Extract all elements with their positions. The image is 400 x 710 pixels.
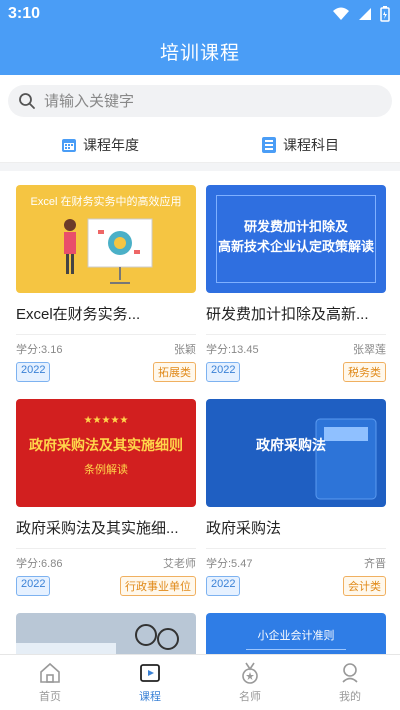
course-credits: 学分:13.45 <box>206 344 259 356</box>
course-title: Excel在财务实务... <box>16 306 141 323</box>
course-meta: 学分:13.45 张翠莲 <box>206 334 386 357</box>
tab-label: 名师 <box>239 691 261 703</box>
thumbnail-caption: 小企业会计准则 <box>257 630 335 642</box>
medal-icon <box>242 662 258 684</box>
signal-icon <box>359 8 371 20</box>
play-icon <box>140 664 160 682</box>
tab-label: 我的 <box>339 691 361 703</box>
wifi-icon <box>333 7 349 20</box>
course-card[interactable] <box>16 613 196 654</box>
course-thumbnail: 小企业会计准则 <box>206 613 386 654</box>
thumbnail-caption: 政府采购法及其实施细则 <box>29 437 183 453</box>
course-title: 政府采购法 <box>206 520 282 537</box>
tab-courses[interactable]: 课程 <box>100 655 200 710</box>
tab-profile[interactable]: 我的 <box>300 655 400 710</box>
course-tags: 2022 税务类 <box>206 362 386 382</box>
course-teacher: 张翠莲 <box>353 344 386 356</box>
course-credits: 学分:5.47 <box>206 558 253 570</box>
year-badge: 2022 <box>16 362 51 382</box>
course-teacher: 张颖 <box>174 344 196 356</box>
search-input[interactable] <box>44 92 364 110</box>
course-thumbnail: 政府采购法 <box>206 399 386 507</box>
course-title: 研发费加计扣除及高新... <box>206 306 369 323</box>
app-header: 3:10 培训课程 <box>0 0 400 75</box>
course-teacher: 艾老师 <box>163 558 196 570</box>
filter-bar: 课程年度 课程科目 <box>0 127 400 163</box>
glasses-illustration <box>16 624 179 654</box>
course-card[interactable]: ★★★★★ 政府采购法及其实施细则 条例解读 政府采购法及其实施细... 学分:… <box>16 399 196 596</box>
page-title: 培训课程 <box>159 43 240 64</box>
filter-course-subject-label: 课程科目 <box>283 136 339 153</box>
search-box[interactable] <box>8 85 392 117</box>
category-badge: 拓展类 <box>153 362 196 382</box>
course-thumbnail: Excel 在财务实务中的高效应用 <box>16 185 196 293</box>
tab-home[interactable]: 首页 <box>0 655 100 710</box>
bottom-tab-bar: 首页 课程 名师 我的 <box>0 654 400 710</box>
status-bar: 3:10 <box>0 0 400 28</box>
course-card[interactable]: 研发费加计扣除及 高新技术企业认定政策解读 研发费加计扣除及高新... 学分:1… <box>206 185 386 382</box>
course-card[interactable]: 政府采购法 政府采购法 学分:5.47 齐晋 2022 会计类 <box>206 399 386 596</box>
tab-label: 首页 <box>39 691 61 703</box>
course-card[interactable]: Excel 在财务实务中的高效应用 Excel在财务实务... 学分:3.16 … <box>16 185 196 382</box>
course-teacher: 齐晋 <box>364 558 386 570</box>
filter-course-year[interactable]: 课程年度 <box>0 127 200 162</box>
course-thumbnail <box>16 613 196 654</box>
course-meta: 学分:3.16 张颖 <box>16 334 196 357</box>
course-credits: 学分:6.86 <box>16 558 63 570</box>
course-meta: 学分:5.47 齐晋 <box>206 548 386 571</box>
course-credits: 学分:3.16 <box>16 344 63 356</box>
course-tags: 2022 拓展类 <box>16 362 196 382</box>
status-time: 3:10 <box>8 5 41 22</box>
course-thumbnail: ★★★★★ 政府采购法及其实施细则 条例解读 <box>16 399 196 507</box>
category-badge: 行政事业单位 <box>120 576 196 596</box>
search-icon <box>19 93 35 109</box>
course-grid: Excel 在财务实务中的高效应用 Excel在财务实务... 学分:3.16 … <box>0 171 400 654</box>
year-badge: 2022 <box>206 576 241 596</box>
year-badge: 2022 <box>16 576 51 596</box>
filter-course-subject[interactable]: 课程科目 <box>200 127 400 162</box>
list-icon <box>262 136 276 153</box>
course-card[interactable]: 小企业会计准则 <box>206 613 386 654</box>
year-badge: 2022 <box>206 362 241 382</box>
course-thumbnail: 研发费加计扣除及 高新技术企业认定政策解读 <box>206 185 386 293</box>
thumbnail-caption: 政府采购法 <box>256 437 326 453</box>
thumbnail-subcaption: 条例解读 <box>84 464 128 476</box>
user-icon <box>342 663 358 683</box>
search-section <box>0 75 400 127</box>
course-tags: 2022 会计类 <box>206 576 386 596</box>
calendar-icon <box>62 138 76 152</box>
battery-icon <box>380 6 390 22</box>
tab-teachers[interactable]: 名师 <box>200 655 300 710</box>
course-title: 政府采购法及其实施细... <box>16 520 179 537</box>
course-tags: 2022 行政事业单位 <box>16 576 196 596</box>
status-icons <box>332 6 390 22</box>
tab-label: 课程 <box>139 691 161 703</box>
stars-decoration: ★★★★★ <box>83 415 129 426</box>
course-meta: 学分:6.86 艾老师 <box>16 548 196 571</box>
thumbnail-caption: 研发费加计扣除及 高新技术企业认定政策解读 <box>217 219 374 254</box>
category-badge: 税务类 <box>343 362 386 382</box>
home-icon <box>40 662 60 683</box>
category-badge: 会计类 <box>343 576 386 596</box>
presentation-illustration <box>64 218 153 284</box>
filter-course-year-label: 课程年度 <box>83 136 139 153</box>
